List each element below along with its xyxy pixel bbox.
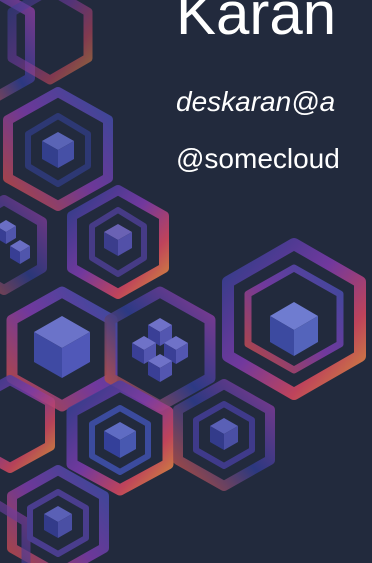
slide: Karan deskaran@a @somecloud [0,0,372,563]
social-handle: @somecloud [176,143,340,174]
email-text: deskaran@a [176,86,336,117]
slide-title: Karan [176,0,337,47]
